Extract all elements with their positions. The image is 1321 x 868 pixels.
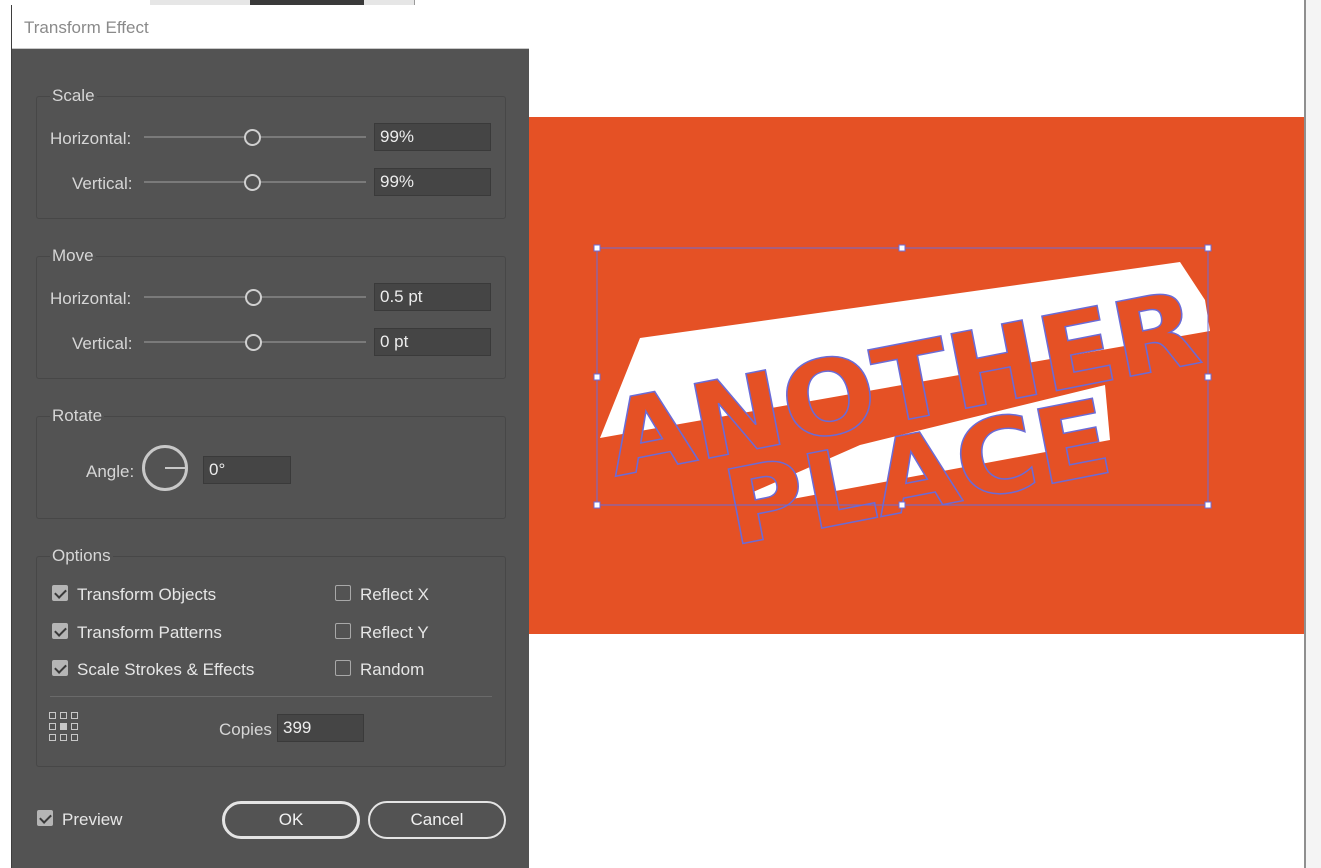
random-label[interactable]: Random [360,660,424,680]
scrollbar-gutter[interactable] [1306,0,1321,868]
angle-input[interactable]: 0° [203,456,291,484]
move-horizontal-label: Horizontal: [50,289,132,308]
transform-objects-label[interactable]: Transform Objects [77,585,216,605]
scale-horizontal-slider-thumb[interactable] [244,129,261,146]
reflect-x-label[interactable]: Reflect X [360,585,429,605]
cancel-button[interactable]: Cancel [368,801,506,839]
preview-label[interactable]: Preview [62,810,122,830]
artboard-background [527,117,1304,634]
scale-vertical-label: Vertical: [72,174,133,193]
scale-strokes-label[interactable]: Scale Strokes & Effects [77,660,254,680]
transform-patterns-label[interactable]: Transform Patterns [77,623,222,643]
rotate-group-label: Rotate [50,406,105,426]
reflect-x-checkbox[interactable] [335,585,351,601]
scale-horizontal-input[interactable]: 99% [374,123,491,151]
reflect-y-label[interactable]: Reflect Y [360,623,429,643]
scale-vertical-slider-thumb[interactable] [244,174,261,191]
transform-effect-dialog: Transform Effect Scale Horizontal: 99% V… [11,5,529,868]
scale-vertical-input[interactable]: 99% [374,168,491,196]
options-divider [50,696,492,697]
scale-group [36,96,506,219]
angle-dial-icon[interactable] [142,445,188,491]
preview-checkbox[interactable] [37,810,53,826]
copies-input[interactable]: 399 [277,714,364,742]
move-vertical-slider-thumb[interactable] [245,334,262,351]
move-group [36,256,506,379]
move-horizontal-input[interactable]: 0.5 pt [374,283,491,311]
random-checkbox[interactable] [335,660,351,676]
reflect-y-checkbox[interactable] [335,623,351,639]
scale-strokes-checkbox[interactable] [52,660,68,676]
scale-horizontal-label: Horizontal: [50,129,132,148]
dialog-titlebar[interactable]: Transform Effect [12,5,529,49]
move-group-label: Move [50,246,96,266]
reference-point-grid-icon[interactable] [49,712,79,742]
ok-button[interactable]: OK [222,801,360,839]
transform-patterns-checkbox[interactable] [52,623,68,639]
dialog-title: Transform Effect [24,18,149,37]
scale-group-label: Scale [50,86,97,106]
move-horizontal-slider-thumb[interactable] [245,289,262,306]
options-group-label: Options [50,546,113,566]
move-vertical-label: Vertical: [72,334,133,353]
copies-label: Copies [219,720,272,739]
transform-objects-checkbox[interactable] [52,585,68,601]
angle-label: Angle: [86,462,135,481]
move-vertical-input[interactable]: 0 pt [374,328,491,356]
